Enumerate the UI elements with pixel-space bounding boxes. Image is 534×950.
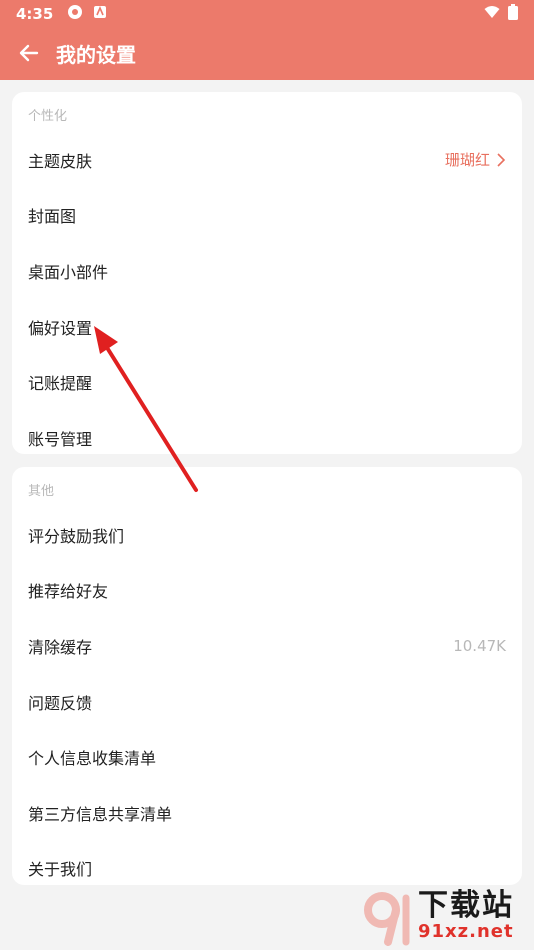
settings-item-label: 清除缓存 xyxy=(28,637,93,657)
settings-item-label: 账号管理 xyxy=(28,429,93,449)
settings-item-label: 推荐给好友 xyxy=(28,582,109,602)
battery-icon xyxy=(508,4,518,24)
settings-item-label: 封面图 xyxy=(28,207,77,227)
toolbar: 我的设置 xyxy=(0,30,534,76)
settings-item-account[interactable]: 账号管理 xyxy=(12,410,522,466)
wifi-icon xyxy=(484,5,500,23)
other-card: 其他 评分鼓励我们 推荐给好友 清除缓存 10.47K 问题反馈 个人信息收集清… xyxy=(12,467,522,885)
personalization-card: 个性化 主题皮肤 珊瑚红 封面图 桌面小部件 偏好设置 记账提醒 账号管理 xyxy=(12,92,522,454)
status-bar: 4:35 xyxy=(0,0,534,28)
settings-item-cover[interactable]: 封面图 xyxy=(12,188,522,244)
settings-item-third-party-list[interactable]: 第三方信息共享清单 xyxy=(12,785,522,841)
section-header-other: 其他 xyxy=(28,484,55,499)
settings-item-preferences[interactable]: 偏好设置 xyxy=(12,299,522,355)
settings-item-label: 第三方信息共享清单 xyxy=(28,804,173,824)
settings-item-label: 记账提醒 xyxy=(28,374,93,394)
settings-item-label: 主题皮肤 xyxy=(28,151,93,171)
section-header-personalization: 个性化 xyxy=(28,109,68,124)
cache-size: 10.47K xyxy=(453,636,506,655)
page-title: 我的设置 xyxy=(56,42,136,67)
watermark-text: 下载站 91xz.net xyxy=(418,890,514,942)
watermark-logo-icon xyxy=(364,892,410,946)
status-time: 4:35 xyxy=(16,5,54,23)
settings-item-personal-info-list[interactable]: 个人信息收集清单 xyxy=(12,729,522,785)
arrow-left-icon xyxy=(19,44,39,62)
chevron-right-icon xyxy=(497,153,506,167)
settings-item-label: 关于我们 xyxy=(28,860,93,880)
sync-icon xyxy=(67,4,83,24)
settings-item-label: 桌面小部件 xyxy=(28,262,109,282)
settings-item-label: 个人信息收集清单 xyxy=(28,749,157,769)
settings-item-label: 偏好设置 xyxy=(28,318,93,338)
theme-value: 珊瑚红 xyxy=(445,149,506,170)
settings-item-reminder[interactable]: 记账提醒 xyxy=(12,354,522,410)
settings-item-widget[interactable]: 桌面小部件 xyxy=(12,243,522,299)
settings-item-share[interactable]: 推荐给好友 xyxy=(12,563,522,619)
settings-item-rate[interactable]: 评分鼓励我们 xyxy=(12,507,522,563)
watermark: 下载站 91xz.net xyxy=(358,886,528,946)
theme-value-text: 珊瑚红 xyxy=(444,151,490,170)
watermark-sub: 91xz.net xyxy=(418,921,514,942)
settings-item-theme-skin[interactable]: 主题皮肤 珊瑚红 xyxy=(12,132,522,188)
app-bar: 4:35 我的设置 xyxy=(0,0,534,80)
settings-item-clear-cache[interactable]: 清除缓存 10.47K xyxy=(12,618,522,674)
back-button[interactable] xyxy=(14,38,44,68)
settings-item-feedback[interactable]: 问题反馈 xyxy=(12,674,522,730)
notification-icon xyxy=(93,5,107,23)
watermark-main: 下载站 xyxy=(418,888,514,923)
settings-item-label: 评分鼓励我们 xyxy=(28,526,125,546)
settings-item-label: 问题反馈 xyxy=(28,693,93,713)
